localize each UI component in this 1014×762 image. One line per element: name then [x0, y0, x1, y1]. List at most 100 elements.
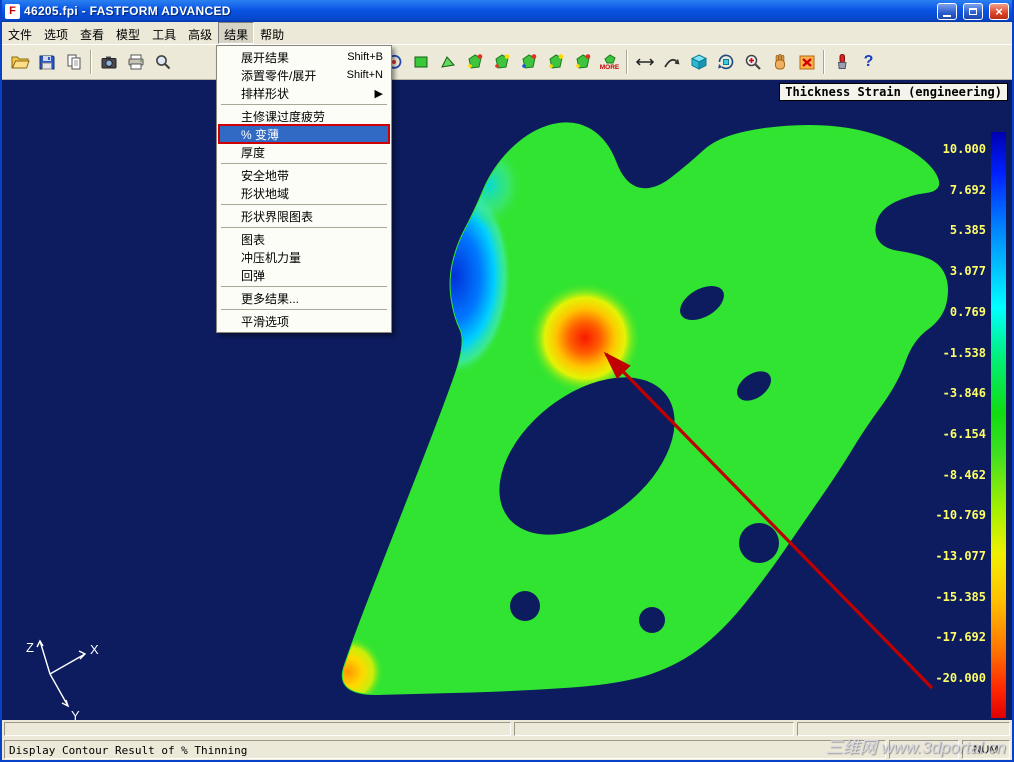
menu-separator	[221, 309, 387, 310]
menu-separator	[221, 163, 387, 164]
result-display-5-icon[interactable]	[569, 48, 596, 77]
menu-item-label: % 变薄	[241, 127, 280, 142]
menu-bar: 文件 选项 查看 模型 工具 高级 结果 帮助	[2, 22, 1012, 44]
minimize-icon	[943, 14, 951, 17]
menu-item-排样形状[interactable]: 排样形状 ▶	[219, 84, 389, 102]
menu-item-label: 冲压机力量	[241, 250, 302, 265]
menu-item-label: 安全地带	[241, 168, 290, 183]
menu-item-形状界限图表[interactable]: 形状界限图表	[219, 207, 389, 225]
menu-item-图表[interactable]: 图表	[219, 230, 389, 248]
menu-item-label: 厚度	[241, 145, 266, 160]
menu-separator	[221, 104, 387, 105]
more-results-icon[interactable]: MORE	[596, 48, 623, 77]
menubar-item-结果[interactable]: 结果	[218, 22, 255, 44]
cube-3d-icon[interactable]	[685, 48, 712, 77]
menu-item-label: 形状地域	[241, 186, 290, 201]
legend-title: Thickness Strain (engineering)	[779, 83, 1008, 101]
close-button[interactable]: ×	[989, 2, 1009, 20]
zoom-icon[interactable]	[149, 48, 176, 77]
zoom-in-icon[interactable]	[739, 48, 766, 77]
open-icon[interactable]	[6, 48, 33, 77]
results-menu: 展开结果 Shift+B 添置零件/展开 Shift+N 排样形状 ▶ 主修课过度疲劳 % 变…	[216, 45, 392, 333]
menubar-item-查看[interactable]: 查看	[74, 22, 110, 44]
menu-item-label: 添置零件/展开	[241, 68, 317, 83]
menu-separator	[221, 204, 387, 205]
menu-item-厚度[interactable]: 厚度	[219, 143, 389, 161]
menu-item-label: 回弹	[241, 268, 266, 283]
menubar-item-工具[interactable]: 工具	[146, 22, 182, 44]
menu-item-平滑选项[interactable]: 平滑选项	[219, 312, 389, 330]
axis-x-label: X	[90, 642, 99, 657]
toolbar-separator	[823, 50, 825, 74]
measure-icon[interactable]	[631, 48, 658, 77]
submenu-arrow-icon: ▶	[374, 87, 383, 100]
menu-separator	[221, 227, 387, 228]
menu-item-label: 更多结果...	[241, 291, 300, 306]
status-cell	[514, 722, 794, 736]
menu-item-展开结果[interactable]: 展开结果 Shift+B	[219, 48, 389, 66]
status-message: Display Contour Result of % Thinning	[4, 740, 886, 759]
axis-triad	[36, 639, 87, 708]
copy-icon[interactable]	[60, 48, 87, 77]
menu-item-形状地域[interactable]: 形状地域	[219, 184, 389, 202]
menu-shortcut: Shift+N	[346, 69, 383, 81]
colorbar	[991, 132, 1006, 718]
menubar-item-模型[interactable]: 模型	[110, 22, 146, 44]
axis-y-label: Y	[71, 708, 80, 720]
more-label: MORE	[599, 64, 620, 71]
restore-icon	[969, 7, 977, 15]
marker-icon[interactable]	[828, 48, 855, 77]
menubar-item-帮助[interactable]: 帮助	[254, 22, 290, 44]
menu-item-label: 图表	[241, 232, 266, 247]
status-cell	[797, 722, 1010, 736]
result-display-2-icon[interactable]	[488, 48, 515, 77]
menu-item-label: 形状界限图表	[241, 209, 314, 224]
menubar-item-高级[interactable]: 高级	[182, 22, 218, 44]
result-display-3-icon[interactable]	[515, 48, 542, 77]
window-title: 46205.fpi - FASTFORM ADVANCED	[24, 4, 231, 18]
result-display-1-icon[interactable]	[461, 48, 488, 77]
print-icon[interactable]	[122, 48, 149, 77]
num-lock-indicator: NUM	[962, 740, 1010, 759]
menu-item-label: 展开结果	[241, 50, 290, 65]
area-plot-icon[interactable]	[434, 48, 461, 77]
menu-item-冲压机力量[interactable]: 冲压机力量	[219, 248, 389, 266]
app-icon: F	[5, 3, 20, 19]
shaded-view-icon[interactable]	[407, 48, 434, 77]
menu-item-label: 平滑选项	[241, 314, 290, 329]
close-icon: ×	[995, 3, 1003, 19]
menu-item-主修课过度疲劳[interactable]: 主修课过度疲劳	[219, 107, 389, 125]
toolbar: MORE ?	[2, 44, 1012, 80]
app-window: F 46205.fpi - FASTFORM ADVANCED × 文件 选项 查看…	[0, 0, 1014, 762]
menu-separator	[221, 286, 387, 287]
axis-z-label: Z	[26, 640, 34, 655]
menu-shortcut: Shift+B	[347, 51, 383, 63]
menu-item-更多结果...[interactable]: 更多结果...	[219, 289, 389, 307]
menu-item-回弹[interactable]: 回弹	[219, 266, 389, 284]
help-icon[interactable]: ?	[855, 48, 882, 77]
close-result-icon[interactable]	[793, 48, 820, 77]
status-cell	[4, 722, 511, 736]
model-canvas[interactable]: Z X Y	[2, 80, 1012, 720]
result-display-4-icon[interactable]	[542, 48, 569, 77]
status-row-upper	[2, 720, 1012, 738]
rotate-3d-icon[interactable]	[712, 48, 739, 77]
toolbar-separator	[626, 50, 628, 74]
status-row-lower: Display Contour Result of % Thinning NUM	[2, 738, 1012, 760]
restore-button[interactable]	[963, 2, 983, 20]
menubar-item-选项[interactable]: 选项	[38, 22, 74, 44]
flatten-curve-icon[interactable]	[658, 48, 685, 77]
menu-item-label: 排样形状	[241, 86, 290, 101]
save-icon[interactable]	[33, 48, 60, 77]
title-bar: F 46205.fpi - FASTFORM ADVANCED ×	[2, 0, 1012, 22]
toolbar-separator	[90, 50, 92, 74]
minimize-button[interactable]	[937, 2, 957, 20]
menu-item-安全地带[interactable]: 安全地带	[219, 166, 389, 184]
model-viewport[interactable]: Z X Y Thickness Strain (engineering) 10.…	[2, 80, 1012, 720]
menubar-item-文件[interactable]: 文件	[2, 22, 38, 44]
camera-icon[interactable]	[95, 48, 122, 77]
menu-item-% 变薄[interactable]: % 变薄	[218, 124, 390, 144]
menu-item-添置零件/展开[interactable]: 添置零件/展开 Shift+N	[219, 66, 389, 84]
pan-hand-icon[interactable]	[766, 48, 793, 77]
menu-item-label: 主修课过度疲劳	[241, 109, 326, 124]
